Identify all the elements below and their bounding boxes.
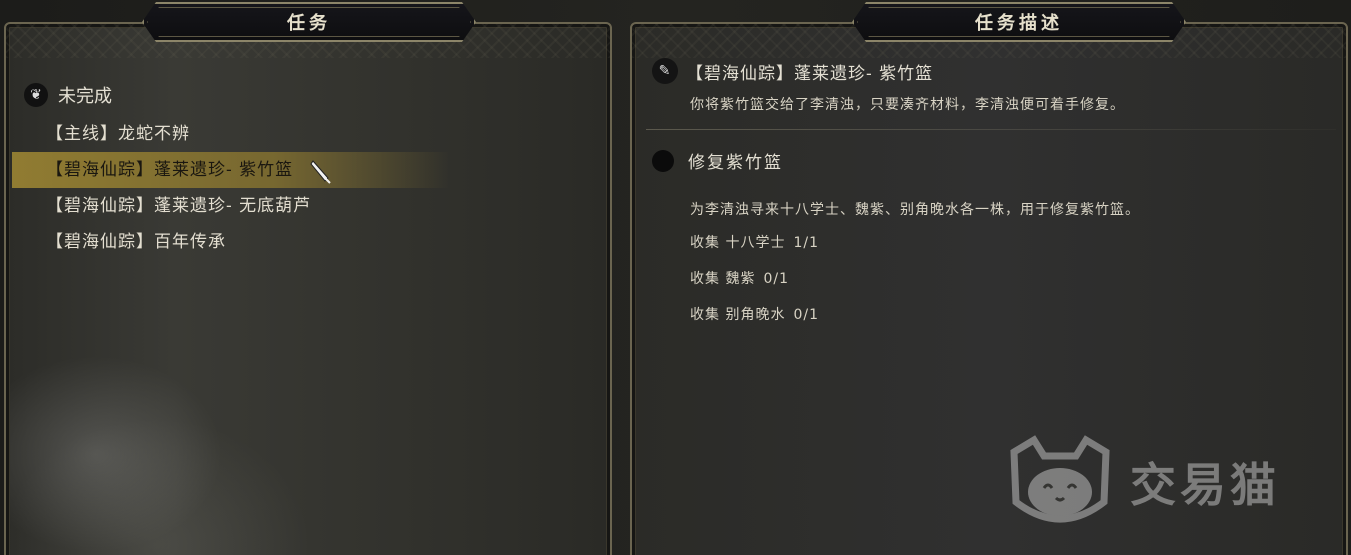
swirl-icon: ❦ bbox=[24, 83, 48, 107]
quest-title: ✎ 【碧海仙踪】蓬莱遗珍- 紫竹篮 bbox=[652, 58, 933, 84]
quest-item-selected[interactable]: 【碧海仙踪】蓬莱遗珍- 紫竹篮 bbox=[12, 152, 450, 188]
watermark: 交易猫 bbox=[1000, 432, 1280, 532]
objective-count: 0/1 bbox=[793, 307, 819, 323]
quest-item[interactable]: 【碧海仙踪】百年传承 bbox=[6, 224, 610, 260]
quest-description-title: 任务描述 bbox=[852, 2, 1186, 42]
divider bbox=[646, 129, 1336, 130]
brush-cursor-icon bbox=[310, 160, 331, 184]
cat-logo-icon bbox=[1010, 435, 1110, 523]
quest-screen: ❦ 未完成 【主线】龙蛇不辨 【碧海仙踪】蓬莱遗珍- 紫竹篮 【碧海仙踪】蓬莱遗… bbox=[0, 0, 1351, 555]
quest-list-title: 任务 bbox=[142, 2, 476, 42]
objective-count: 0/1 bbox=[763, 271, 789, 287]
section-incomplete[interactable]: ❦ 未完成 bbox=[24, 82, 112, 108]
objective-row: 收集 魏紫 0/1 bbox=[690, 271, 789, 287]
quest-item[interactable]: 【主线】龙蛇不辨 bbox=[6, 116, 610, 152]
watermark-text: 交易猫 bbox=[1130, 458, 1280, 512]
objective-row: 收集 别角晚水 0/1 bbox=[690, 307, 819, 323]
quest-list-panel: ❦ 未完成 【主线】龙蛇不辨 【碧海仙踪】蓬莱遗珍- 紫竹篮 【碧海仙踪】蓬莱遗… bbox=[4, 22, 612, 555]
objective-marker-icon bbox=[652, 149, 674, 172]
objective-count: 1/1 bbox=[793, 235, 819, 251]
objective-title: 修复紫竹篮 bbox=[652, 148, 783, 173]
quest-item-label: 【碧海仙踪】蓬莱遗珍- 紫竹篮 bbox=[46, 160, 294, 180]
quest-item[interactable]: 【碧海仙踪】蓬莱遗珍- 无底葫芦 bbox=[6, 188, 610, 224]
objective-description: 为李清浊寻来十八学士、魏紫、别角晚水各一株，用于修复紫竹篮。 bbox=[690, 202, 1140, 218]
quest-item-label: 【碧海仙踪】蓬莱遗珍- 无底葫芦 bbox=[46, 196, 312, 216]
feather-icon: ✎ bbox=[652, 58, 678, 84]
objective-row: 收集 十八学士 1/1 bbox=[690, 235, 819, 251]
quest-list: 【主线】龙蛇不辨 【碧海仙踪】蓬莱遗珍- 紫竹篮 【碧海仙踪】蓬莱遗珍- 无底葫… bbox=[6, 116, 610, 260]
quest-summary: 你将紫竹篮交给了李清浊，只要凑齐材料，李清浊便可着手修复。 bbox=[690, 97, 1125, 113]
objective-list: 收集 十八学士 1/1 收集 魏紫 0/1 收集 别角晚水 0/1 bbox=[690, 230, 819, 338]
quest-item-label: 【主线】龙蛇不辨 bbox=[46, 124, 190, 144]
quest-item-label: 【碧海仙踪】百年传承 bbox=[46, 232, 226, 252]
section-label: 未完成 bbox=[58, 86, 112, 107]
